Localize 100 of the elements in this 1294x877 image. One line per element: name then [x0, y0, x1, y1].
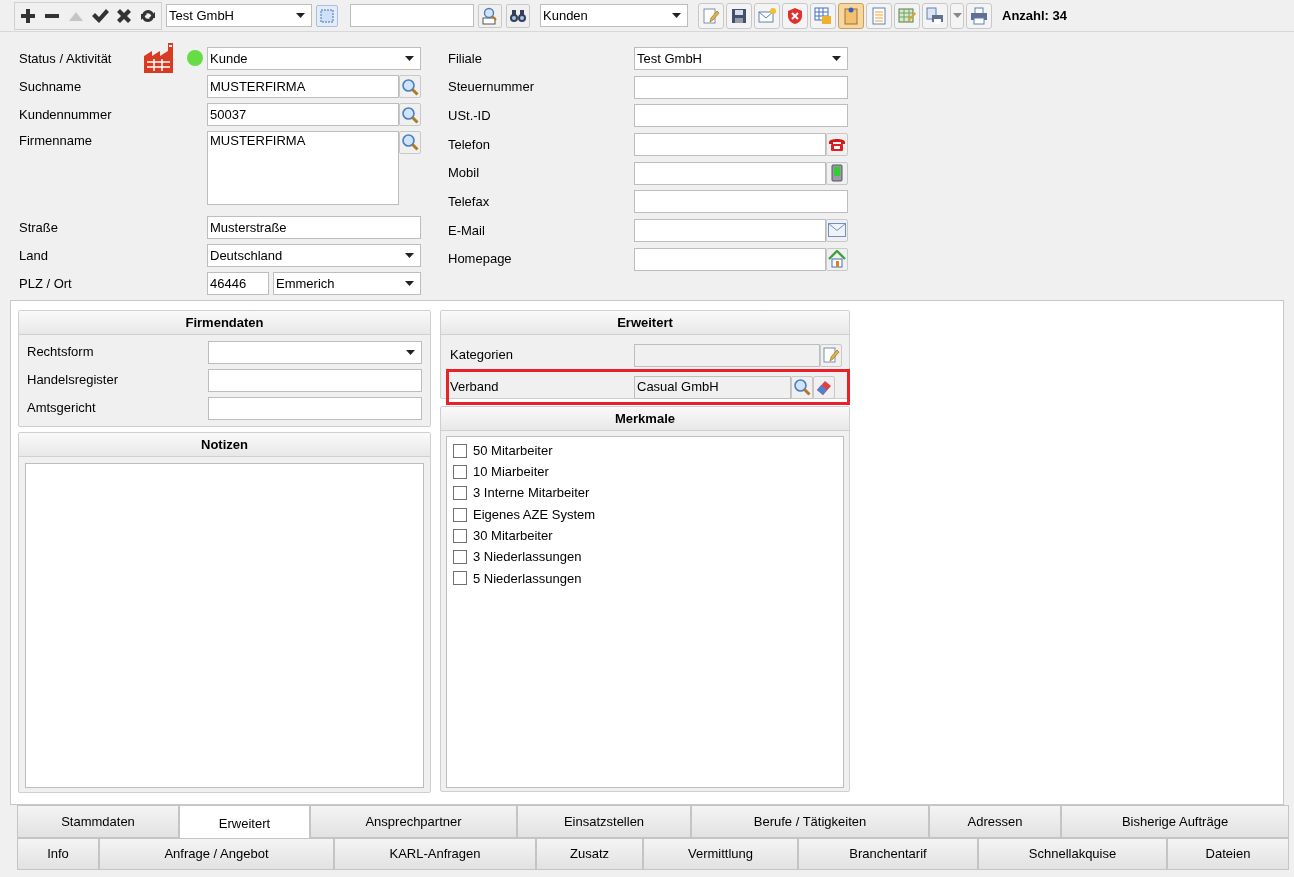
field-label: Telefax	[448, 193, 490, 212]
dropdown-field[interactable]	[208, 340, 422, 364]
print-button[interactable]	[966, 2, 992, 29]
checkbox[interactable]	[453, 528, 467, 543]
field-label: Kategorien	[450, 346, 513, 365]
search-icon	[401, 105, 419, 124]
caret-icon	[405, 253, 414, 259]
frame-icon	[320, 8, 334, 23]
number-search-button[interactable]	[478, 3, 502, 28]
tab[interactable]: Branchentarif	[798, 838, 978, 870]
close-icon	[115, 6, 133, 25]
printer-icon	[970, 6, 988, 25]
input-field[interactable]: MUSTERFIRMA	[207, 75, 399, 99]
input-field[interactable]	[634, 104, 848, 128]
input-field[interactable]: 50037	[207, 103, 399, 127]
field-label: Firmenname	[19, 131, 92, 150]
text-area[interactable]: MUSTERFIRMA	[207, 130, 399, 205]
phone-button[interactable]	[826, 132, 848, 156]
chart-button[interactable]	[894, 2, 920, 29]
field-label: Suchname	[19, 77, 82, 96]
search-button[interactable]	[791, 375, 813, 399]
field-label: Status / Aktivität	[19, 49, 112, 68]
edit-button[interactable]	[820, 343, 842, 367]
checkbox[interactable]	[453, 443, 467, 458]
tab[interactable]: Schnellakquise	[978, 838, 1167, 870]
tab[interactable]: Dateien	[1167, 838, 1289, 870]
input-field[interactable]	[208, 368, 422, 392]
house-icon	[828, 250, 846, 269]
tab[interactable]: KARL-Anfragen	[334, 838, 536, 870]
field-label: Steuernummer	[448, 78, 534, 97]
checkbox[interactable]	[453, 507, 467, 522]
tab[interactable]: Einsatzstellen	[517, 805, 691, 838]
panel-header: Erweitert	[441, 311, 849, 335]
input-field[interactable]	[634, 161, 826, 185]
caret-icon	[952, 13, 962, 18]
tab[interactable]: Anfrage / Angebot	[99, 838, 334, 870]
note-button[interactable]	[838, 2, 864, 29]
field-label: Straße	[19, 218, 58, 237]
caret-icon	[405, 281, 414, 287]
field-label: Verband	[450, 378, 499, 397]
checkbox[interactable]	[453, 550, 467, 565]
checkbox-label: Eigenes AZE System	[473, 505, 596, 524]
dropdown-field[interactable]: Kunde	[207, 46, 421, 70]
input-field[interactable]	[634, 75, 848, 99]
edit-icon	[822, 346, 840, 364]
tab[interactable]: Info	[17, 838, 99, 870]
input-field[interactable]	[634, 190, 848, 214]
binoculars-button[interactable]	[506, 3, 530, 28]
magnifier-icon	[481, 6, 499, 25]
dropdown-field[interactable]: Deutschland	[207, 244, 421, 268]
tab[interactable]: Bisherige Aufträge	[1061, 805, 1289, 838]
input-field[interactable]: Musterstraße	[207, 216, 421, 240]
save-button[interactable]	[726, 2, 752, 29]
input-field[interactable]	[208, 396, 422, 420]
printer-copy-icon	[926, 6, 944, 25]
tab[interactable]: Adressen	[929, 805, 1061, 838]
input-field[interactable]: 46446	[207, 272, 269, 296]
tab[interactable]: Berufe / Tätigkeiten	[691, 805, 929, 838]
mobile-button[interactable]	[826, 161, 848, 185]
checkbox[interactable]	[453, 464, 467, 479]
field-label: Amtsgericht	[27, 399, 96, 418]
print-copy-button[interactable]	[922, 2, 948, 29]
check-icon	[91, 6, 109, 25]
tab[interactable]: Ansprechpartner	[310, 805, 517, 838]
tab[interactable]: Zusatz	[536, 838, 643, 870]
field-label: E-Mail	[448, 221, 485, 240]
dropdown-button[interactable]	[950, 2, 964, 29]
dropdown-field[interactable]: Emmerich	[273, 272, 421, 296]
clear-button[interactable]	[813, 375, 835, 399]
envelope-icon	[828, 223, 846, 238]
checkbox-label: 30 Mitarbeiter	[473, 527, 553, 546]
dropdown-field[interactable]: Test GmbH	[634, 46, 848, 70]
field-label: Telefon	[448, 135, 490, 154]
input-field[interactable]	[634, 218, 826, 242]
search-button[interactable]	[399, 75, 421, 99]
caret-icon	[405, 55, 414, 61]
shield-icon	[786, 6, 804, 25]
input-field[interactable]	[634, 132, 826, 156]
checkbox-label: 5 Niederlassungen	[473, 569, 582, 588]
search-field[interactable]	[350, 4, 474, 27]
checkbox[interactable]	[453, 486, 467, 501]
checkbox-label: 10 Miarbeiter	[473, 463, 549, 482]
tab[interactable]: Stammdaten	[17, 805, 179, 838]
mail-button[interactable]	[826, 218, 848, 242]
select-button[interactable]	[316, 4, 338, 27]
input-field[interactable]: Casual GmbH	[634, 375, 791, 399]
table-button[interactable]	[810, 2, 836, 29]
shield-button[interactable]	[782, 2, 808, 29]
dropdown-field[interactable]: Test GmbH	[166, 4, 312, 27]
checkbox[interactable]	[453, 571, 467, 586]
input-field[interactable]	[634, 343, 820, 367]
tab[interactable]: Vermittlung	[643, 838, 798, 870]
home-button[interactable]	[826, 247, 848, 271]
input-field[interactable]	[634, 247, 826, 271]
caret-icon	[406, 349, 415, 355]
checkbox-label: 50 Mitarbeiter	[473, 441, 553, 460]
dropdown-field[interactable]: Kunden	[540, 4, 688, 27]
tab[interactable]: Erweitert	[179, 805, 310, 838]
search-button[interactable]	[399, 130, 421, 154]
search-button[interactable]	[399, 103, 421, 127]
